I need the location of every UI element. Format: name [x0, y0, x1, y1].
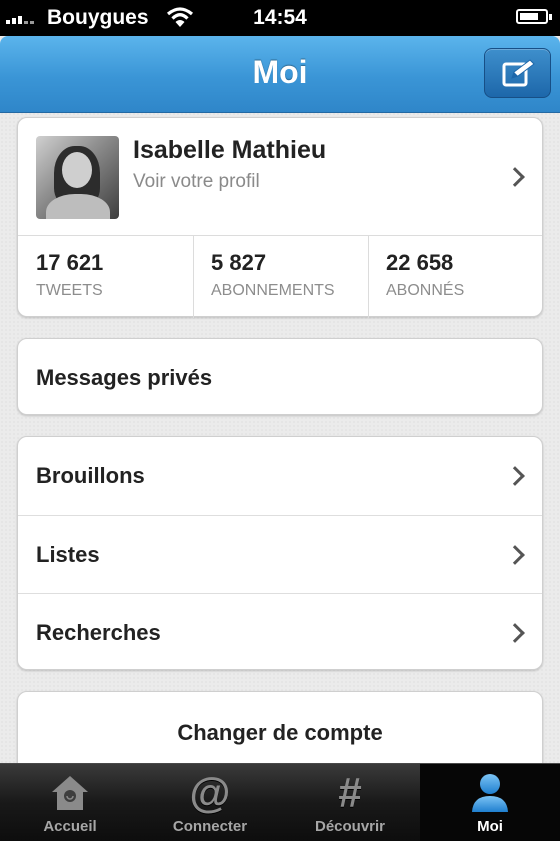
list-item-label: Brouillons — [36, 463, 145, 488]
stat-value: 22 658 — [386, 250, 454, 275]
profile-stats: 17 621 TWEETS 5 827 ABONNEMENTS 22 658 A… — [18, 235, 542, 318]
list-item-label: Listes — [36, 542, 100, 567]
tab-connect[interactable]: @ Connecter — [140, 764, 280, 841]
chevron-right-icon — [505, 545, 525, 565]
profile-subtitle: Voir votre profil — [133, 171, 260, 192]
tab-label: Accueil — [43, 818, 97, 835]
stat-value: 5 827 — [211, 250, 267, 275]
tab-bar: Accueil @ Connecter # Découvrir Moi — [0, 763, 560, 841]
stat-label: TWEETS — [36, 282, 103, 299]
tab-home[interactable]: Accueil — [0, 764, 140, 841]
compose-button[interactable] — [484, 48, 551, 98]
list-item-lists[interactable]: Listes — [18, 516, 542, 594]
stat-following[interactable]: 5 827 ABONNEMENTS — [193, 236, 368, 318]
profile-card: Isabelle Mathieu Voir votre profil 17 62… — [17, 117, 543, 318]
tab-label: Moi — [477, 818, 503, 835]
list-item-label: Recherches — [36, 620, 161, 645]
list-item-drafts[interactable]: Brouillons — [18, 437, 542, 515]
switch-account-label: Changer de compte — [177, 720, 383, 745]
tab-discover[interactable]: # Découvrir — [280, 764, 420, 841]
stat-tweets[interactable]: 17 621 TWEETS — [18, 236, 193, 318]
status-time: 14:54 — [253, 6, 307, 29]
person-icon — [420, 770, 560, 821]
stat-label: ABONNÉS — [386, 282, 465, 299]
status-bar: Bouygues 14:54 — [0, 0, 560, 36]
stat-label: ABONNEMENTS — [211, 282, 335, 299]
nav-bar: Moi — [0, 36, 560, 113]
home-icon — [0, 770, 140, 821]
tab-me[interactable]: Moi — [420, 764, 560, 841]
compose-icon — [502, 59, 535, 87]
at-icon: @ — [189, 769, 231, 816]
battery-icon — [516, 9, 552, 24]
messages-row[interactable]: Messages privés — [17, 338, 543, 415]
menu-list: Brouillons Listes Recherches — [17, 436, 543, 670]
chevron-right-icon — [505, 466, 525, 486]
avatar — [36, 136, 119, 219]
stat-value: 17 621 — [36, 250, 104, 275]
profile-header[interactable]: Isabelle Mathieu Voir votre profil — [18, 118, 542, 235]
page-title: Moi — [252, 54, 308, 90]
profile-name: Isabelle Mathieu — [133, 136, 327, 164]
tab-label: Découvrir — [314, 818, 386, 835]
chevron-right-icon — [505, 167, 525, 187]
list-item-searches[interactable]: Recherches — [18, 594, 542, 672]
messages-label: Messages privés — [36, 365, 213, 390]
hash-icon: # — [338, 769, 362, 816]
tab-label: Connecter — [172, 818, 248, 835]
stat-followers[interactable]: 22 658 ABONNÉS — [368, 236, 542, 318]
chevron-right-icon — [505, 623, 525, 643]
